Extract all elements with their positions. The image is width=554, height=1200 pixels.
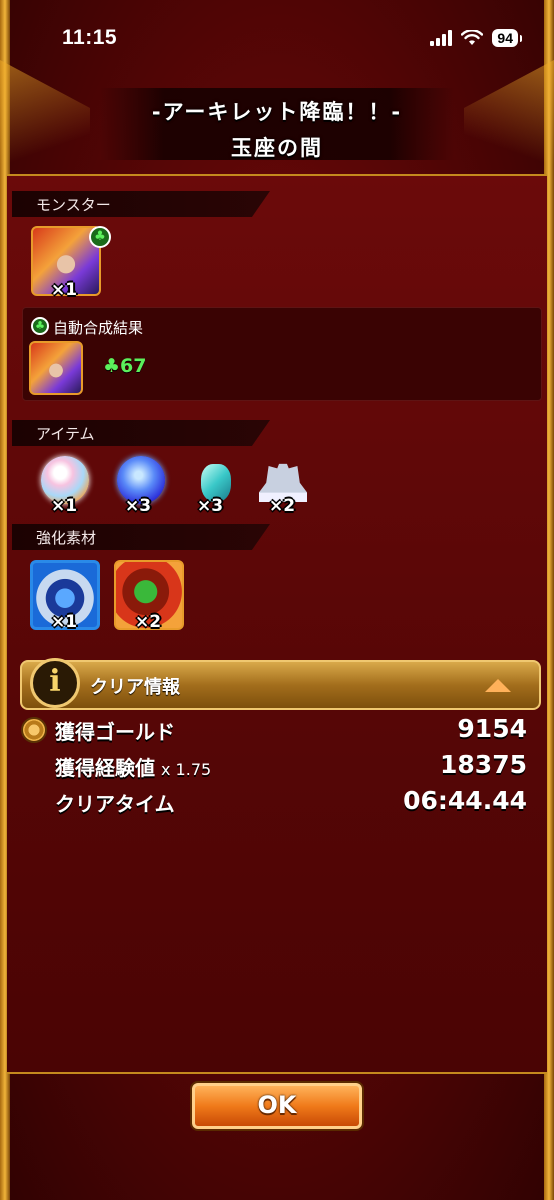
auto-fusion-box: ♣ 自動合成結果 ♣67 bbox=[22, 307, 542, 401]
item-castle[interactable] bbox=[259, 454, 307, 502]
stat-value: 9154 bbox=[457, 714, 527, 743]
wifi-icon bbox=[461, 30, 484, 45]
stage-title: -アーキレット降臨！！- bbox=[151, 100, 403, 124]
luck-icon: ♣ bbox=[31, 317, 49, 335]
enhance-count-2: ×2 bbox=[135, 612, 162, 632]
auto-fusion-monster-thumbnail[interactable] bbox=[29, 341, 83, 395]
frame-ornament-right bbox=[464, 60, 554, 180]
stat-value: 06:44.44 bbox=[403, 786, 527, 815]
status-indicators: 94 bbox=[430, 29, 522, 47]
auto-fusion-luck-value: ♣67 bbox=[103, 355, 147, 377]
item-count-2: ×3 bbox=[125, 496, 152, 516]
section-header-items: アイテム bbox=[12, 420, 270, 446]
item-count-1: ×1 bbox=[51, 496, 78, 516]
status-bar: 11:15 94 bbox=[0, 0, 554, 76]
section-header-enhance: 強化素材 bbox=[12, 524, 270, 550]
result-panel: モンスター ♣ ×1 ♣ 自動合成結果 ♣67 アイテム ×1 ×3 ×3 ×2… bbox=[7, 174, 547, 1074]
stage-subtitle: 玉座の間 bbox=[231, 136, 323, 160]
stat-label: 獲得経験値 x 1.75 bbox=[55, 756, 212, 780]
item-count-3: ×3 bbox=[197, 496, 224, 516]
stat-row-exp: 獲得経験値 x 1.75 18375 bbox=[55, 750, 527, 784]
clear-info-toggle[interactable]: i クリア情報 bbox=[20, 658, 541, 710]
status-time: 11:15 bbox=[62, 26, 118, 49]
stat-row-clear-time: クリアタイム 06:44.44 bbox=[55, 786, 527, 820]
item-count-4: ×2 bbox=[269, 496, 296, 516]
info-icon: i bbox=[30, 658, 80, 708]
exp-multiplier: x 1.75 bbox=[161, 760, 212, 779]
monster-count: ×1 bbox=[51, 280, 78, 300]
enhance-count-1: ×1 bbox=[51, 612, 78, 632]
clear-info-label: クリア情報 bbox=[90, 677, 180, 698]
luck-icon: ♣ bbox=[89, 226, 111, 248]
frame-ornament-left bbox=[0, 60, 90, 180]
signal-icon bbox=[430, 30, 453, 46]
stat-label: 獲得ゴールド bbox=[55, 720, 175, 744]
collapse-icon[interactable] bbox=[485, 679, 511, 692]
title-banner: -アーキレット降臨！！- 玉座の間 bbox=[100, 88, 454, 160]
stat-value: 18375 bbox=[440, 750, 527, 779]
battery-indicator: 94 bbox=[492, 29, 522, 47]
gold-coin-icon bbox=[21, 717, 47, 743]
stat-label: クリアタイム bbox=[55, 792, 175, 816]
stat-row-gold: 獲得ゴールド 9154 bbox=[55, 714, 527, 748]
ok-button[interactable]: OK bbox=[192, 1083, 362, 1129]
section-header-monster: モンスター bbox=[12, 191, 270, 217]
auto-fusion-label: 自動合成結果 bbox=[53, 319, 144, 337]
